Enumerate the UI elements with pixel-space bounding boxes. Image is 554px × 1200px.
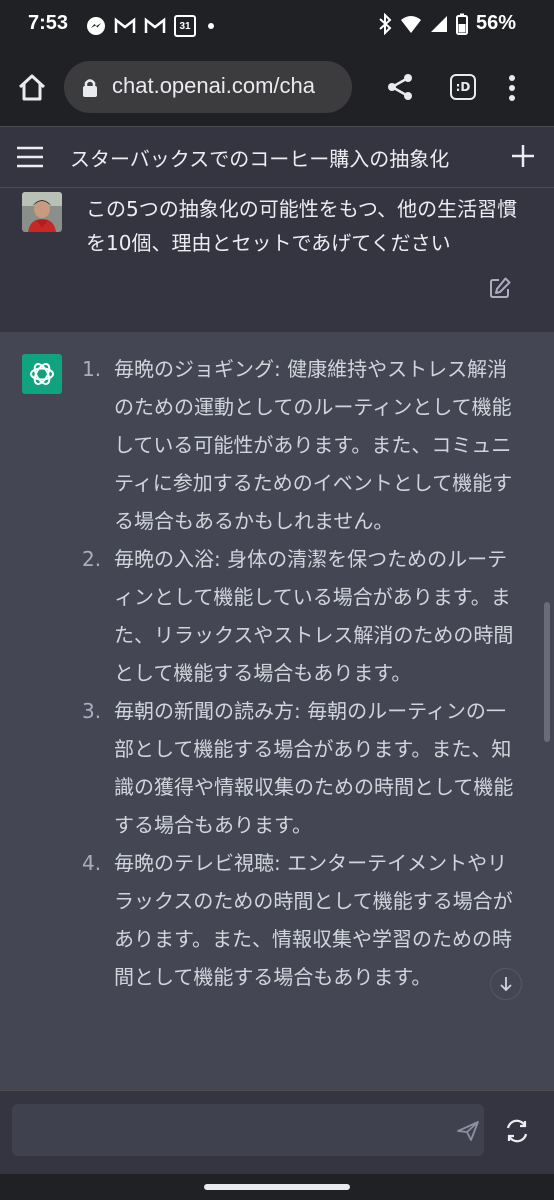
list-item-text: 毎晩のジョギング: 健康維持やストレス解消のための運動としてのルーティンとして機… (114, 357, 513, 533)
conversation-title: スターバックスでのコーヒー購入の抽象化 (70, 147, 450, 171)
dot-icon (208, 23, 214, 29)
list-item-text: 毎晩のテレビ視聴: エンターテイメントやリラックスのための時間として機能する場合… (114, 851, 513, 989)
send-icon[interactable] (456, 1120, 480, 1142)
user-avatar (22, 192, 62, 232)
home-icon[interactable] (16, 72, 48, 104)
edit-icon[interactable] (488, 276, 512, 300)
bluetooth-icon (379, 12, 392, 35)
calendar-date: 31 (179, 20, 191, 32)
home-gesture-handle[interactable] (204, 1184, 350, 1190)
new-chat-plus-icon[interactable] (510, 143, 536, 169)
scroll-to-bottom-button[interactable] (490, 968, 522, 1000)
tab-switcher-button[interactable]: :D (450, 74, 476, 100)
composer (0, 1090, 554, 1174)
chatgpt-logo-icon (22, 354, 62, 394)
list-item-number: 1. (82, 357, 102, 381)
address-bar[interactable]: chat.openai.com/cha (64, 61, 352, 113)
more-menu-icon[interactable] (508, 74, 516, 102)
list-item-number: 4. (82, 851, 102, 875)
url-text: chat.openai.com/cha (112, 73, 316, 98)
system-icons: 56% (378, 12, 516, 35)
list-item-text: 毎晩の入浴: 身体の清潔を保つためのルーティンとして機能している場合があります。… (114, 547, 514, 685)
gmail-icon (144, 17, 166, 33)
battery-icon (455, 13, 468, 35)
hamburger-menu-icon[interactable] (16, 145, 44, 169)
gmail-icon (114, 17, 136, 33)
lock-icon (83, 79, 97, 97)
list-item-number: 2. (82, 547, 102, 571)
tab-count: :D (455, 80, 471, 94)
user-message: この5つの抽象化の可能性をもつ、他の生活習慣を10個、理由とセットであげてくださ… (0, 188, 554, 333)
answer-list: 1. 毎晩のジョギング: 健康維持やストレス解消のための運動としてのルーティンと… (80, 350, 520, 996)
user-message-text: この5つの抽象化の可能性をもつ、他の生活習慣を10個、理由とセットであげてくださ… (86, 197, 518, 255)
message-input[interactable] (12, 1104, 484, 1156)
list-item-number: 3. (82, 699, 102, 723)
list-item-text: 毎朝の新聞の読み方: 毎朝のルーティンの一部として機能する場合があります。また、… (114, 699, 514, 837)
list-item: 3. 毎朝の新聞の読み方: 毎朝のルーティンの一部として機能する場合があります。… (80, 692, 520, 844)
wifi-icon (400, 15, 421, 33)
status-time: 7:53 (28, 12, 69, 34)
share-icon[interactable] (386, 72, 414, 102)
signal-icon (430, 15, 447, 32)
list-item: 4. 毎晩のテレビ視聴: エンターテイメントやリラックスのための時間として機能す… (80, 844, 520, 996)
messenger-icon (87, 17, 105, 35)
system-navigation-bar (0, 1174, 554, 1200)
browser-toolbar: chat.openai.com/cha :D (0, 52, 554, 126)
list-item: 2. 毎晩の入浴: 身体の清潔を保つためのルーティンとして機能している場合があり… (80, 540, 520, 692)
status-bar: 7:53 31 56% (0, 0, 554, 52)
arrow-down-icon (500, 977, 512, 992)
notification-icons: 31 (86, 15, 214, 37)
regenerate-icon[interactable] (504, 1118, 530, 1144)
calendar-icon: 31 (174, 15, 196, 37)
chat-header: スターバックスでのコーヒー購入の抽象化 (0, 126, 554, 188)
list-item: 1. 毎晩のジョギング: 健康維持やストレス解消のための運動としてのルーティンと… (80, 350, 520, 540)
assistant-message: 1. 毎晩のジョギング: 健康維持やストレス解消のための運動としてのルーティンと… (0, 332, 554, 1090)
battery-percent: 56% (475, 12, 516, 34)
scrollbar-thumb[interactable] (544, 602, 550, 742)
